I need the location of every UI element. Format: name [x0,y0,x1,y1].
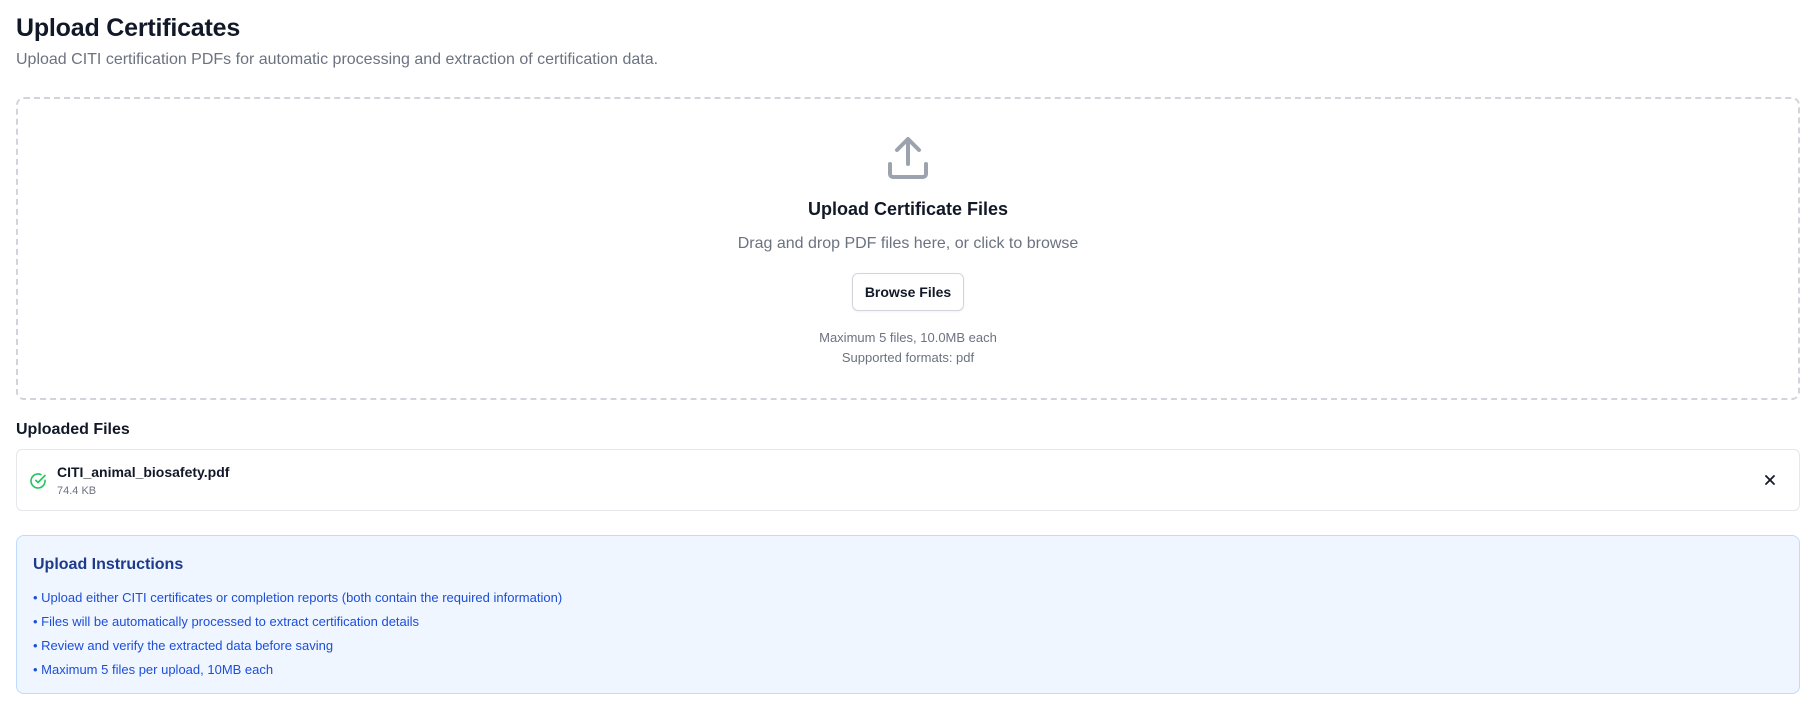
uploaded-files-heading: Uploaded Files [16,421,130,438]
page-title: Upload Certificates [16,14,241,42]
close-icon [1765,475,1775,485]
upload-icon [888,137,928,179]
instructions-title: Upload Instructions [33,556,184,573]
browse-files-button[interactable]: Browse Files [852,273,964,311]
instruction-item: Files will be automatically processed to… [33,610,562,634]
instruction-item: Maximum 5 files per upload, 10MB each [33,658,562,682]
file-size: 74.4 KB [57,485,97,497]
instruction-item: Upload either CITI certificates or compl… [33,586,562,610]
instructions-list: Upload either CITI certificates or compl… [33,586,562,682]
dropzone-formats-text: Supported formats: pdf [841,350,975,365]
remove-file-button[interactable] [1757,467,1783,493]
instruction-item: Review and verify the extracted data bef… [33,634,562,658]
file-name: CITI_animal_biosafety.pdf [57,464,230,480]
file-dropzone[interactable]: Upload Certificate Files Drag and drop P… [16,97,1800,400]
dropzone-title: Upload Certificate Files [807,199,1009,219]
dropzone-limit-text: Maximum 5 files, 10.0MB each [819,330,997,345]
upload-instructions-panel: Upload Instructions Upload either CITI c… [16,535,1800,694]
dropzone-subtitle: Drag and drop PDF files here, or click t… [737,235,1079,252]
check-circle-icon [30,473,46,489]
uploaded-file-row: CITI_animal_biosafety.pdf 74.4 KB [16,449,1800,511]
page-subtitle: Upload CITI certification PDFs for autom… [16,51,659,68]
upload-certificates-page: Upload Certificates Upload CITI certific… [0,0,1818,707]
